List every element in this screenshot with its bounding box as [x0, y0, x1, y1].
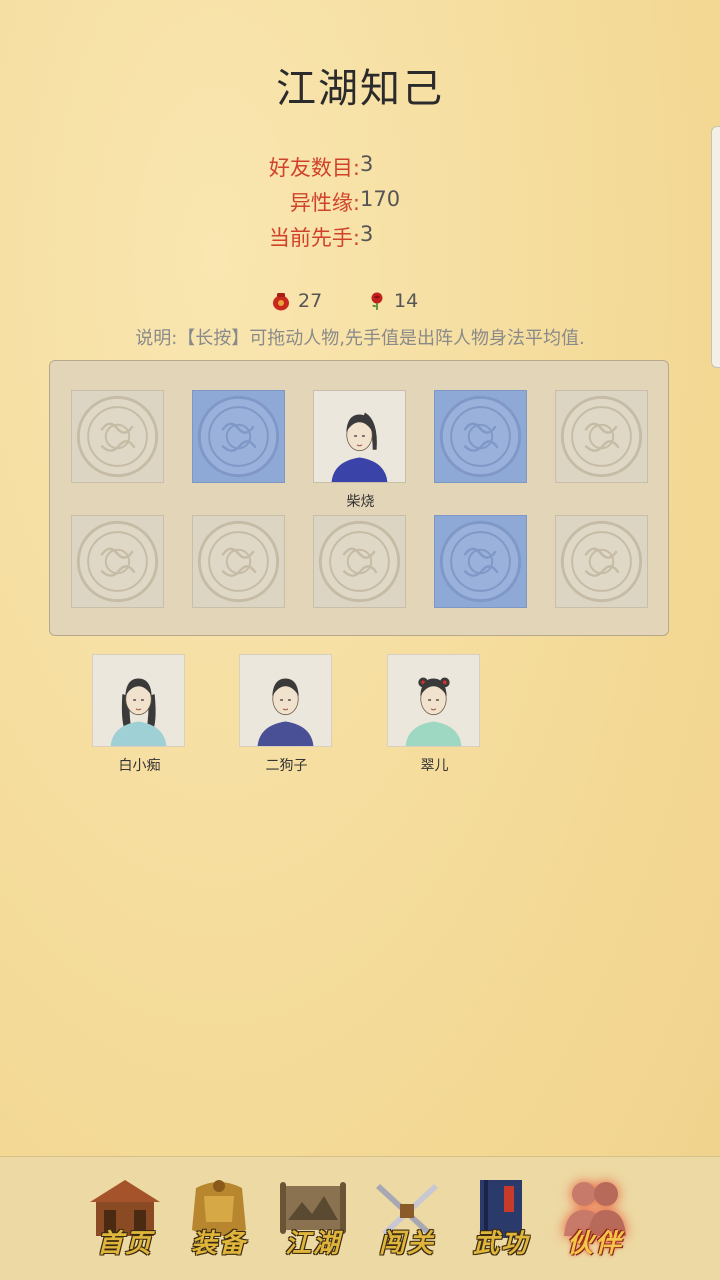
- formation-slot[interactable]: [313, 515, 406, 608]
- woman-long-hair-portrait: [93, 655, 184, 746]
- medallion-icon: [439, 520, 522, 603]
- nav-item[interactable]: 闯关: [364, 1174, 450, 1260]
- reserve-partner-card[interactable]: 翠儿: [387, 654, 480, 774]
- formation-slot[interactable]: [192, 515, 285, 608]
- rose-counter: 14: [368, 290, 448, 312]
- nav-label: 伙伴: [566, 1229, 623, 1259]
- nav-item[interactable]: 伙伴: [552, 1174, 638, 1260]
- reserve-partner-card[interactable]: 二狗子: [239, 654, 332, 774]
- stat-friend-count: 好友数目: 3: [0, 152, 720, 187]
- nav-label: 装备: [190, 1229, 247, 1259]
- medallion-icon: [197, 395, 280, 478]
- stats-panel: 好友数目: 3 异性缘: 170 当前先手: 3: [0, 152, 720, 257]
- formation-slot[interactable]: [192, 390, 285, 483]
- rose-count: 14: [394, 290, 419, 312]
- formation-slot[interactable]: 柴烧: [313, 390, 406, 510]
- nav-item[interactable]: 首页: [82, 1174, 168, 1260]
- stat-value: 3: [360, 152, 374, 176]
- girl-green-dress-portrait: [388, 655, 479, 746]
- medallion-icon: [560, 520, 643, 603]
- partner-name: 翠儿: [420, 758, 449, 774]
- medallion-icon: [76, 395, 159, 478]
- pouch-counter: 27: [272, 290, 352, 312]
- medallion-icon: [318, 520, 401, 603]
- rose-icon: [371, 292, 383, 310]
- nav-item[interactable]: 武功: [458, 1174, 544, 1260]
- pouch-count: 27: [298, 290, 323, 312]
- formation-slot[interactable]: [434, 390, 527, 483]
- formation-slot[interactable]: [71, 515, 164, 608]
- nav-label: 闯关: [378, 1229, 435, 1259]
- formation-slot[interactable]: [555, 515, 648, 608]
- partner-name: 白小痴: [118, 758, 161, 774]
- stat-value: 170: [360, 187, 401, 211]
- stat-initiative: 当前先手: 3: [0, 222, 720, 257]
- stat-value: 3: [360, 222, 374, 246]
- formation-slot[interactable]: [434, 515, 527, 608]
- bottom-nav: 首页 装备 江湖 闯关 武功 伙伴: [0, 1156, 720, 1280]
- nav-label: 武功: [472, 1229, 529, 1259]
- man-blue-robe-portrait: [240, 655, 331, 746]
- stat-label: 当前先手:: [268, 226, 360, 250]
- page-title: 江湖知己: [276, 66, 444, 112]
- formation-board: 柴烧: [49, 360, 669, 636]
- nav-item[interactable]: 江湖: [270, 1174, 356, 1260]
- swordsman-portrait: [314, 391, 405, 482]
- medallion-icon: [76, 520, 159, 603]
- stat-label: 异性缘:: [289, 191, 360, 215]
- formation-slot[interactable]: [555, 390, 648, 483]
- reserve-partner-card[interactable]: 白小痴: [92, 654, 185, 774]
- medallion-icon: [439, 395, 522, 478]
- partner-name: 二狗子: [265, 758, 308, 774]
- formation-slot[interactable]: [71, 390, 164, 483]
- nav-label: 江湖: [284, 1229, 341, 1259]
- nav-label: 首页: [96, 1229, 153, 1259]
- stat-charm: 异性缘: 170: [0, 187, 720, 222]
- medallion-icon: [560, 395, 643, 478]
- instruction-note: 说明:【长按】可拖动人物,先手值是出阵人物身法平均值.: [135, 328, 585, 349]
- currency-bar: 27 14: [0, 290, 720, 312]
- nav-item[interactable]: 装备: [176, 1174, 262, 1260]
- stat-label: 好友数目:: [268, 156, 360, 180]
- medallion-icon: [197, 520, 280, 603]
- red-pouch-icon: [273, 293, 289, 311]
- partner-name: 柴烧: [346, 494, 375, 510]
